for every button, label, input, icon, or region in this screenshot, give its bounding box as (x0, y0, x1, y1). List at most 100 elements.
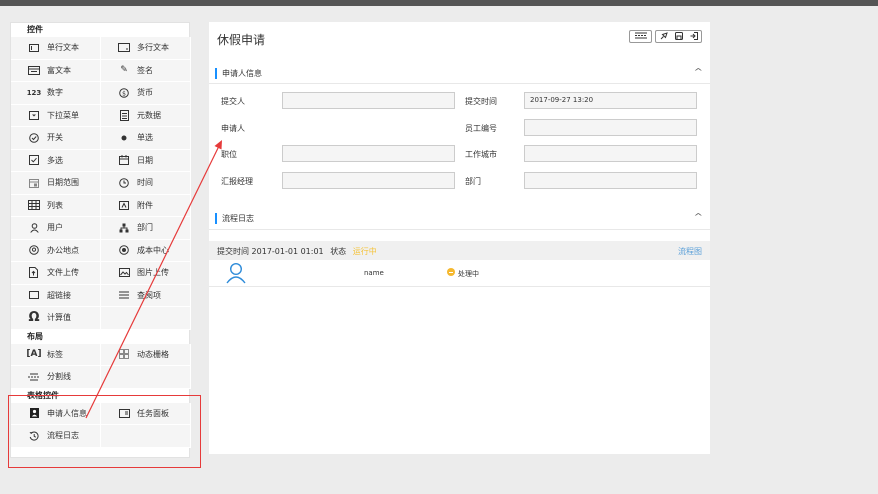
control-lookup[interactable]: 查阅项 (101, 284, 191, 307)
single-line-text-icon (27, 43, 41, 52)
multi-line-text-icon (117, 43, 131, 53)
checkbox-icon (27, 155, 41, 166)
employee-no-field[interactable] (524, 119, 697, 136)
log-submit-time: 2017-01-01 01:01 (251, 247, 324, 256)
export-icon (686, 31, 701, 42)
applicant-info-section-title: 申请人信息 (222, 68, 262, 78)
control-single-line-text[interactable]: 单行文本 (11, 37, 101, 60)
log-status-value: 运行中 (352, 247, 377, 256)
form-row: 职位 工作城市 (209, 145, 710, 163)
section-accent-bar (215, 212, 217, 224)
manager-label: 汇报经理 (221, 177, 253, 186)
switch-icon (27, 132, 41, 143)
control-hyperlink[interactable]: 超链接 (11, 284, 101, 307)
control-palette: 控件 单行文本 多行文本 富文本 ✎ 签名 123 数字 $ 货币 下拉菜单 元… (10, 22, 191, 458)
export-button[interactable] (686, 31, 701, 42)
label-icon: [A] (26, 349, 42, 360)
annotation-highlight-box (8, 395, 201, 468)
control-currency[interactable]: $ 货币 (101, 82, 191, 105)
chevron-up-icon[interactable]: ^ (694, 67, 703, 76)
department-label: 部门 (465, 177, 481, 186)
date-range-icon (27, 178, 41, 188)
control-file-upload[interactable]: 文件上传 (11, 262, 101, 285)
pin-icon (656, 31, 671, 42)
submit-time-label: 提交时间 (465, 97, 497, 106)
position-field[interactable] (282, 145, 455, 162)
department-field[interactable] (524, 172, 697, 189)
pin-button[interactable] (656, 31, 671, 42)
form-toolbar (629, 30, 702, 43)
control-signature[interactable]: ✎ 签名 (101, 59, 191, 82)
control-time[interactable]: 时间 (101, 172, 191, 195)
location-icon (27, 245, 41, 256)
empty-cell (101, 307, 191, 330)
control-label[interactable]: [A] 标签 (11, 343, 101, 366)
calendar-icon (117, 155, 131, 166)
employee-no-label: 员工编号 (465, 124, 497, 133)
process-log-header-bar: 提交时间 2017-01-01 01:01 状态 运行中 流程图 (209, 241, 710, 260)
process-log-summary: 提交时间 2017-01-01 01:01 状态 运行中 (217, 246, 377, 257)
attachment-icon (117, 200, 131, 210)
process-log-section-header[interactable]: 流程日志 ^ (215, 211, 704, 225)
save-button[interactable] (671, 31, 686, 42)
submitter-field[interactable] (282, 92, 455, 109)
dropdown-icon (27, 110, 41, 120)
control-image-upload[interactable]: 图片上传 (101, 262, 191, 285)
form-row: 汇报经理 部门 (209, 172, 710, 190)
control-table[interactable]: 列表 (11, 194, 101, 217)
form-designer-panel: 休假申请 申请人信息 ^ 提交人 提交时间 2017-09-27 13:20 申… (209, 22, 710, 454)
processing-status-icon (447, 268, 455, 276)
control-multi-line-text[interactable]: 多行文本 (101, 37, 191, 60)
control-date[interactable]: 日期 (101, 149, 191, 172)
control-user[interactable]: 用户 (11, 217, 101, 240)
work-city-label: 工作城市 (465, 150, 497, 159)
empty-cell (101, 366, 191, 389)
control-switch[interactable]: 开关 (11, 127, 101, 150)
chevron-up-icon[interactable]: ^ (694, 212, 703, 221)
layout-icon (634, 32, 647, 41)
control-dynamic-grid[interactable]: 动态栅格 (101, 343, 191, 366)
log-row-divider (209, 286, 710, 287)
control-attachment[interactable]: 附件 (101, 194, 191, 217)
position-label: 职位 (221, 150, 237, 159)
department-icon (117, 223, 131, 233)
layout-grid: [A] 标签 动态栅格 分割线 (11, 343, 191, 389)
log-entry-name: name (364, 269, 384, 277)
control-computed-value[interactable]: Ω 计算值 (11, 307, 101, 330)
radio-icon (117, 134, 131, 142)
section-title-layout: 布局 (11, 329, 189, 344)
file-upload-icon (27, 267, 41, 279)
control-number[interactable]: 123 数字 (11, 82, 101, 105)
form-row: 申请人 员工编号 (209, 119, 710, 137)
number-icon: 123 (26, 88, 42, 97)
flow-chart-link[interactable]: 流程图 (678, 246, 702, 257)
control-date-range[interactable]: 日期范围 (11, 172, 101, 195)
currency-icon: $ (117, 87, 131, 98)
cost-center-icon (117, 245, 131, 256)
top-bar (0, 0, 878, 6)
omega-icon: Ω (28, 310, 40, 326)
action-button-group (655, 30, 702, 43)
section-accent-bar (215, 67, 217, 79)
applicant-info-section-header[interactable]: 申请人信息 ^ (215, 66, 704, 80)
manager-field[interactable] (282, 172, 455, 189)
section-divider (209, 83, 710, 84)
metadata-icon (117, 109, 131, 121)
layout-button[interactable] (629, 30, 652, 43)
control-rich-text[interactable]: 富文本 (11, 59, 101, 82)
form-row: 提交人 提交时间 2017-09-27 13:20 (209, 92, 710, 110)
control-radio[interactable]: 单选 (101, 127, 191, 150)
control-office-location[interactable]: 办公地点 (11, 239, 101, 262)
lookup-icon (117, 291, 131, 299)
control-cost-center[interactable]: 成本中心 (101, 239, 191, 262)
submit-time-field[interactable]: 2017-09-27 13:20 (524, 92, 697, 109)
control-checkbox[interactable]: 多选 (11, 149, 101, 172)
control-department[interactable]: 部门 (101, 217, 191, 240)
controls-grid: 单行文本 多行文本 富文本 ✎ 签名 123 数字 $ 货币 下拉菜单 元数据 (11, 37, 191, 330)
signature-icon: ✎ (120, 65, 128, 76)
control-dropdown[interactable]: 下拉菜单 (11, 104, 101, 127)
work-city-field[interactable] (524, 145, 697, 162)
submitter-label: 提交人 (221, 97, 245, 106)
control-metadata[interactable]: 元数据 (101, 104, 191, 127)
control-divider[interactable]: 分割线 (11, 366, 101, 389)
